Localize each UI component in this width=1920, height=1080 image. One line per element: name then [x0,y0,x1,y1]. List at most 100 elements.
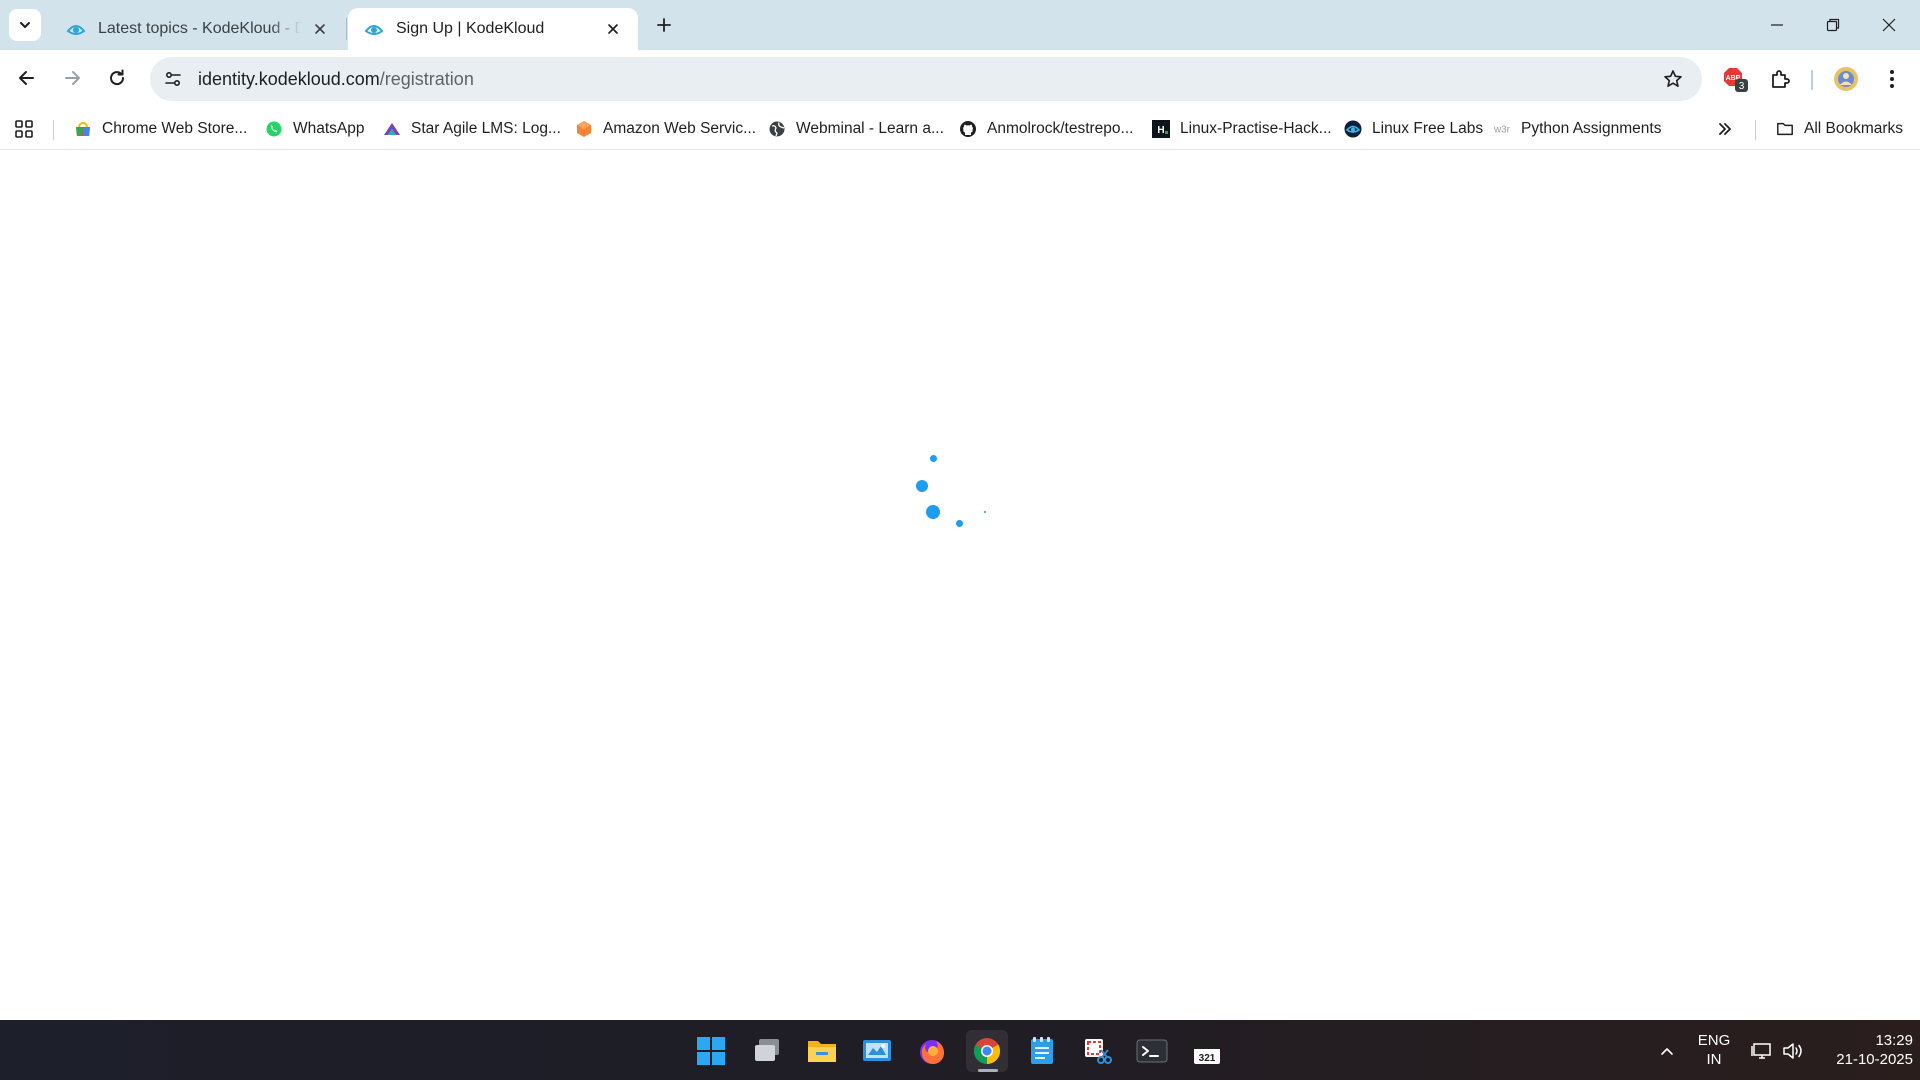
aws-icon [575,120,593,138]
w3schools-icon: w3r [1493,120,1511,138]
show-hidden-icons-button[interactable] [1646,1030,1688,1072]
bookmark-star-button[interactable] [1656,62,1690,96]
extensions-button[interactable] [1765,63,1797,95]
arrow-right-icon [65,71,80,85]
svg-text:H: H [1157,125,1164,136]
adblock-extension-button[interactable]: ABP 3 [1719,63,1751,95]
bookmark-webminal[interactable]: Webminal - Learn a... [768,108,944,150]
windows-start-icon [697,1037,725,1065]
chrome-menu-button[interactable] [1876,63,1908,95]
arrow-left-icon [19,71,34,85]
hackerrank-icon: H [1152,120,1170,138]
folder-icon [1776,120,1794,138]
volume-icon [1783,1043,1802,1059]
bookmark-separator [1755,120,1756,140]
bookmark-aws[interactable]: Amazon Web Servic... [575,108,756,150]
tab-sign-up[interactable]: Sign Up | KodeKloud [348,8,638,50]
file-explorer-button[interactable] [801,1030,843,1072]
profile-button[interactable] [1830,63,1862,95]
forward-button[interactable] [54,60,90,96]
bookmark-separator [53,120,54,140]
puzzle-icon [1772,70,1790,88]
language-region: IN [1706,1051,1722,1068]
svg-text:w3r: w3r [1493,125,1511,136]
tab-separator [346,18,347,40]
bookmark-linux-free-labs[interactable]: Linux Free Labs [1344,108,1483,150]
tab-latest-topics[interactable]: Latest topics - KodeKloud - DevOps [50,8,345,50]
bookmark-label: Linux Free Labs [1372,120,1484,137]
chevron-down-icon [20,22,30,28]
volume-button[interactable] [1773,1030,1813,1072]
spinner-dot [926,505,940,519]
back-button[interactable] [9,60,45,96]
more-vertical-icon [1890,70,1894,88]
apps-button[interactable] [14,108,34,150]
minimize-button[interactable] [1749,0,1805,50]
task-view-button[interactable] [746,1030,788,1072]
bookmark-whatsapp[interactable]: WhatsApp [265,108,365,150]
terminal-button[interactable] [1131,1030,1173,1072]
media-player-icon: 321 [1194,1037,1220,1064]
address-bar[interactable]: identity.kodekloud.com/registration [150,57,1702,101]
control-panel-button[interactable] [856,1030,898,1072]
star-icon [1664,70,1682,87]
language-code: ENG [1697,1032,1731,1049]
tab-title: Sign Up | KodeKloud [396,20,545,37]
bookmark-label: Chrome Web Store... [102,120,248,137]
star-agile-icon [383,120,401,138]
toolbar-separator [1811,70,1813,90]
windows-taskbar [0,1020,1920,1080]
bookmark-label: Python Assignments [1521,120,1662,137]
snipping-tool-button[interactable] [1076,1030,1118,1072]
reload-icon [110,69,125,86]
url-host: identity.kodekloud.com [198,68,380,89]
bookmark-label: Amazon Web Servic... [603,120,757,137]
folder-icon [808,1041,836,1062]
chrome-button[interactable] [966,1030,1008,1072]
bookmark-label: Anmolrock/testrepo... [987,120,1134,137]
all-bookmarks-label: All Bookmarks [1804,120,1904,137]
close-tab-button[interactable] [309,18,331,40]
bookmark-star-agile[interactable]: Star Agile LMS: Log... [383,108,561,150]
firefox-button[interactable] [911,1030,953,1072]
reload-button[interactable] [99,60,135,96]
svg-text:321: 321 [1199,1053,1216,1064]
bookmark-python-assignments[interactable]: w3r Python Assignments [1493,108,1661,150]
spinner-dot [984,511,986,513]
start-button[interactable] [690,1030,732,1072]
more-bookmarks-button[interactable] [1717,108,1733,150]
new-tab-button[interactable] [650,11,678,39]
site-info-button[interactable] [156,62,190,96]
bookmark-linux-practise-hackerrank[interactable]: H Linux-Practise-Hack... [1152,108,1332,150]
browser-toolbar: identity.kodekloud.com/registration ABP … [0,50,1920,108]
url-text[interactable]: identity.kodekloud.com/registration [198,69,1656,90]
bookmark-github-repo[interactable]: Anmolrock/testrepo... [959,108,1133,150]
spinner-dot [930,455,937,462]
close-icon [1882,18,1896,32]
media-player-button[interactable]: 321 [1186,1030,1228,1072]
close-tab-button[interactable] [602,18,624,40]
clock[interactable]: 13:29 21-10-2025 [1815,1031,1913,1069]
bookmark-label: Webminal - Learn a... [796,120,944,137]
spinner-dot [916,480,928,492]
bookmark-label: Linux-Practise-Hack... [1180,120,1332,137]
restore-button[interactable] [1805,0,1861,50]
firefox-icon [920,1040,945,1065]
language-indicator[interactable]: ENG IN [1694,1031,1734,1069]
bookmarks-bar: Chrome Web Store... WhatsApp Star Agile … [0,108,1920,150]
apps-grid-icon [15,120,33,138]
close-icon [315,24,325,34]
notepad-button[interactable] [1021,1030,1063,1072]
page-content [0,151,1920,1020]
snipping-tool-icon [1085,1039,1112,1064]
terminal-icon [1136,1039,1168,1063]
adblock-icon: ABP 3 [1724,68,1748,92]
control-panel-icon [863,1040,891,1061]
url-path: /registration [379,68,474,89]
restore-icon [1826,18,1840,32]
close-window-button[interactable] [1861,0,1917,50]
tab-search-button[interactable] [9,9,41,41]
bookmark-chrome-web-store[interactable]: Chrome Web Store... [74,108,247,150]
all-bookmarks-button[interactable]: All Bookmarks [1776,108,1903,150]
tab-title: Latest topics - KodeKloud - DevOps [98,20,301,37]
